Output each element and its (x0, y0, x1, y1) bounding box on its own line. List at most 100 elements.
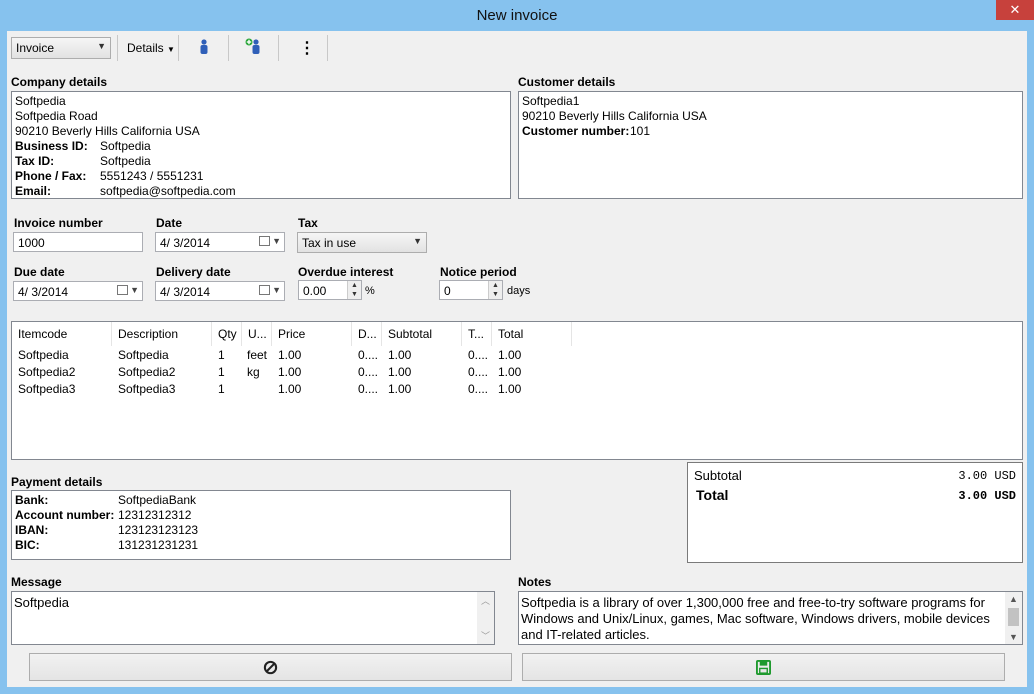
tax-label: Tax (298, 216, 318, 230)
chevron-down-icon[interactable]: ▼ (272, 236, 281, 246)
cell-total: 1.00 (498, 348, 522, 362)
up-arrow-icon[interactable]: ▲ (348, 281, 361, 290)
up-arrow-icon[interactable]: ▲ (489, 281, 502, 290)
subtotal-label: Subtotal (694, 468, 742, 483)
email-label: Email: (15, 184, 52, 198)
invoice-number-label: Invoice number (14, 216, 103, 230)
due-date-picker[interactable]: 4/ 3/2014 ▼ (13, 281, 143, 301)
cancel-button[interactable] (29, 653, 512, 681)
scroll-up-icon[interactable]: ︿ (477, 594, 494, 607)
cell-description: Softpedia2 (118, 365, 176, 379)
column-header-qty[interactable]: Qty (212, 322, 242, 346)
toolbar-separator (228, 35, 229, 61)
calendar-icon[interactable] (259, 236, 270, 246)
company-details-box[interactable]: Softpedia Softpedia Road 90210 Beverly H… (11, 91, 511, 199)
cell-qty: 1 (218, 348, 225, 362)
date-value: 4/ 3/2014 (160, 236, 211, 250)
customer-city: 90210 Beverly Hills California USA (522, 109, 707, 123)
message-heading: Message (11, 575, 62, 589)
items-table[interactable]: Itemcode Description Qty U... Price D...… (11, 321, 1023, 460)
table-row[interactable]: Softpedia3 Softpedia3 1 1.00 0.... 1.00 0.... 1… (12, 382, 1006, 399)
table-row[interactable]: Softpedia2 Softpedia2 1 kg 1.00 0.... 1.00 0...… (12, 365, 1006, 382)
cell-subtotal: 1.00 (388, 348, 412, 362)
chevron-down-icon: ▼ (413, 236, 422, 246)
phone-label: Phone / Fax: (15, 169, 87, 183)
details-menu-button[interactable]: Details ▼ (127, 41, 175, 55)
add-person-icon[interactable] (245, 38, 263, 55)
table-row[interactable]: Softpedia Softpedia 1 feet 1.00 0.... 1.00 0...… (12, 348, 1006, 365)
person-icon[interactable] (198, 39, 210, 55)
more-options-icon[interactable]: ⋮ (299, 38, 315, 58)
cell-discount: 0.... (358, 382, 379, 396)
dropdown-arrow-icon: ▼ (167, 45, 175, 54)
column-header-unit[interactable]: U... (242, 322, 272, 346)
overdue-unit: % (365, 285, 375, 297)
spin-buttons[interactable]: ▲ ▼ (488, 281, 502, 299)
scroll-thumb[interactable] (1008, 608, 1019, 626)
bic-label: BIC: (15, 538, 40, 552)
cell-price: 1.00 (278, 348, 302, 362)
delivery-date-picker[interactable]: 4/ 3/2014 ▼ (155, 281, 285, 301)
company-name: Softpedia (15, 94, 66, 108)
toolbar-separator (178, 35, 179, 61)
overdue-interest-value: 0.00 (303, 284, 327, 298)
message-scrollbar[interactable]: ︿ ﹀ (477, 592, 494, 644)
scroll-up-icon[interactable]: ▲ (1005, 594, 1022, 604)
cell-description: Softpedia (118, 348, 169, 362)
down-arrow-icon[interactable]: ▼ (348, 290, 361, 299)
scroll-down-icon[interactable]: ▼ (1005, 632, 1022, 642)
delivery-date-label: Delivery date (156, 265, 231, 279)
notice-period-label: Notice period (440, 265, 517, 279)
customer-number-value: 101 (630, 124, 651, 138)
column-header-discount[interactable]: D... (352, 322, 382, 346)
document-type-value: Invoice (16, 41, 55, 55)
overdue-interest-stepper[interactable]: 0.00 ▲ ▼ (298, 280, 362, 300)
bic-value: 131231231231 (118, 538, 199, 552)
chevron-down-icon[interactable]: ▼ (272, 285, 281, 295)
spin-buttons[interactable]: ▲ ▼ (347, 281, 361, 299)
bank-label: Bank: (15, 493, 49, 507)
message-textarea[interactable]: Softpedia ︿ ﹀ (11, 591, 495, 645)
cell-tax: 0.... (468, 382, 489, 396)
calendar-icon[interactable] (117, 285, 128, 295)
notes-textarea[interactable]: Softpedia is a library of over 1,300,000… (518, 591, 1023, 645)
save-button[interactable] (522, 653, 1005, 681)
cell-subtotal: 1.00 (388, 365, 412, 379)
cell-qty: 1 (218, 365, 225, 379)
company-city: 90210 Beverly Hills California USA (15, 124, 200, 138)
column-header-description[interactable]: Description (112, 322, 212, 346)
column-header-total[interactable]: Total (492, 322, 572, 346)
business-id-label: Business ID: (15, 139, 88, 153)
customer-number-label: Customer number: (522, 124, 630, 138)
close-icon[interactable]: ✕ (996, 0, 1034, 20)
document-type-select[interactable]: Invoice ▼ (11, 37, 111, 59)
cell-itemcode: Softpedia (18, 348, 69, 362)
notice-period-stepper[interactable]: 0 ▲ ▼ (439, 280, 503, 300)
cell-unit: kg (247, 365, 260, 379)
total-label: Total (696, 487, 729, 503)
calendar-icon[interactable] (259, 285, 270, 295)
date-picker[interactable]: 4/ 3/2014 ▼ (155, 232, 285, 252)
tax-select[interactable]: Tax in use ▼ (297, 232, 427, 253)
delivery-date-value: 4/ 3/2014 (160, 285, 211, 299)
chevron-down-icon[interactable]: ▼ (130, 285, 139, 295)
invoice-form: Invoice ▼ Details ▼ ⋮ Company details So… (7, 31, 1027, 687)
due-date-label: Due date (14, 265, 65, 279)
column-header-price[interactable]: Price (272, 322, 352, 346)
column-header-subtotal[interactable]: Subtotal (382, 322, 462, 346)
invoice-number-input[interactable]: 1000 (13, 232, 143, 252)
tax-id-label: Tax ID: (15, 154, 55, 168)
business-id-value: Softpedia (100, 139, 151, 153)
down-arrow-icon[interactable]: ▼ (489, 290, 502, 299)
payment-details-box[interactable]: Bank: SoftpediaBank Account number: 1231… (11, 490, 511, 560)
column-header-itemcode[interactable]: Itemcode (12, 322, 112, 346)
cell-unit: feet (247, 348, 268, 362)
company-details-heading: Company details (11, 75, 108, 89)
customer-details-heading: Customer details (518, 75, 616, 89)
notes-scrollbar[interactable]: ▲ ▼ (1005, 592, 1022, 644)
scroll-down-icon[interactable]: ﹀ (477, 629, 494, 642)
customer-details-box[interactable]: Softpedia1 90210 Beverly Hills Californi… (518, 91, 1023, 199)
bank-value: SoftpediaBank (118, 493, 197, 507)
column-header-tax[interactable]: T... (462, 322, 492, 346)
cell-itemcode: Softpedia3 (18, 382, 76, 396)
